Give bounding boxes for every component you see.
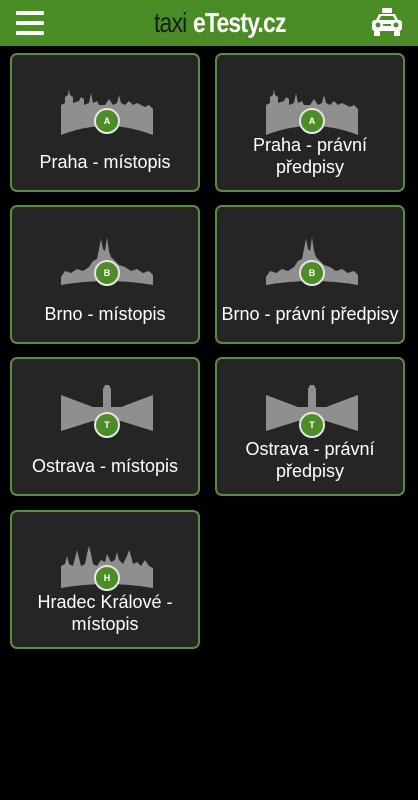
tile-brno-pravni-predpisy[interactable]: B Brno - právní předpisy	[215, 205, 405, 344]
tile-praha-pravni-predpisy[interactable]: A Praha - právní předpisy	[215, 53, 405, 192]
tile-brno-mistopis[interactable]: B Brno - místopis	[10, 205, 200, 344]
app-logo: taxi eTesty.cz	[154, 6, 286, 40]
app-header: taxi eTesty.cz	[0, 0, 418, 46]
tile-label: Praha - právní předpisy	[252, 135, 368, 177]
tile-praha-mistopis[interactable]: A Praha - místopis	[10, 53, 200, 192]
tile-label: Ostrava - právní předpisy	[245, 439, 375, 481]
tile-label: Ostrava - místopis	[31, 456, 179, 476]
tile-label: Hradec Králové - místopis	[37, 592, 173, 634]
tile-label: Brno - právní předpisy	[221, 304, 399, 324]
hamburger-menu-icon[interactable]	[16, 11, 44, 35]
logo-taxi-text: taxi	[154, 7, 187, 38]
badge-a: A	[94, 108, 120, 134]
tile-hradec-kralove-mistopis[interactable]: H Hradec Králové - místopis	[10, 510, 200, 649]
logo-etesty-text: eTesty.cz	[193, 7, 286, 38]
badge-b: B	[94, 260, 120, 286]
badge-b: B	[299, 260, 325, 286]
tile-label: Brno - místopis	[44, 304, 166, 324]
tile-ostrava-mistopis[interactable]: T Ostrava - místopis	[10, 357, 200, 496]
tile-label: Praha - místopis	[39, 152, 171, 172]
taxi-car-icon[interactable]	[369, 7, 405, 39]
tile-ostrava-pravni-predpisy[interactable]: T Ostrava - právní předpisy	[215, 357, 405, 496]
badge-t: T	[94, 412, 120, 438]
